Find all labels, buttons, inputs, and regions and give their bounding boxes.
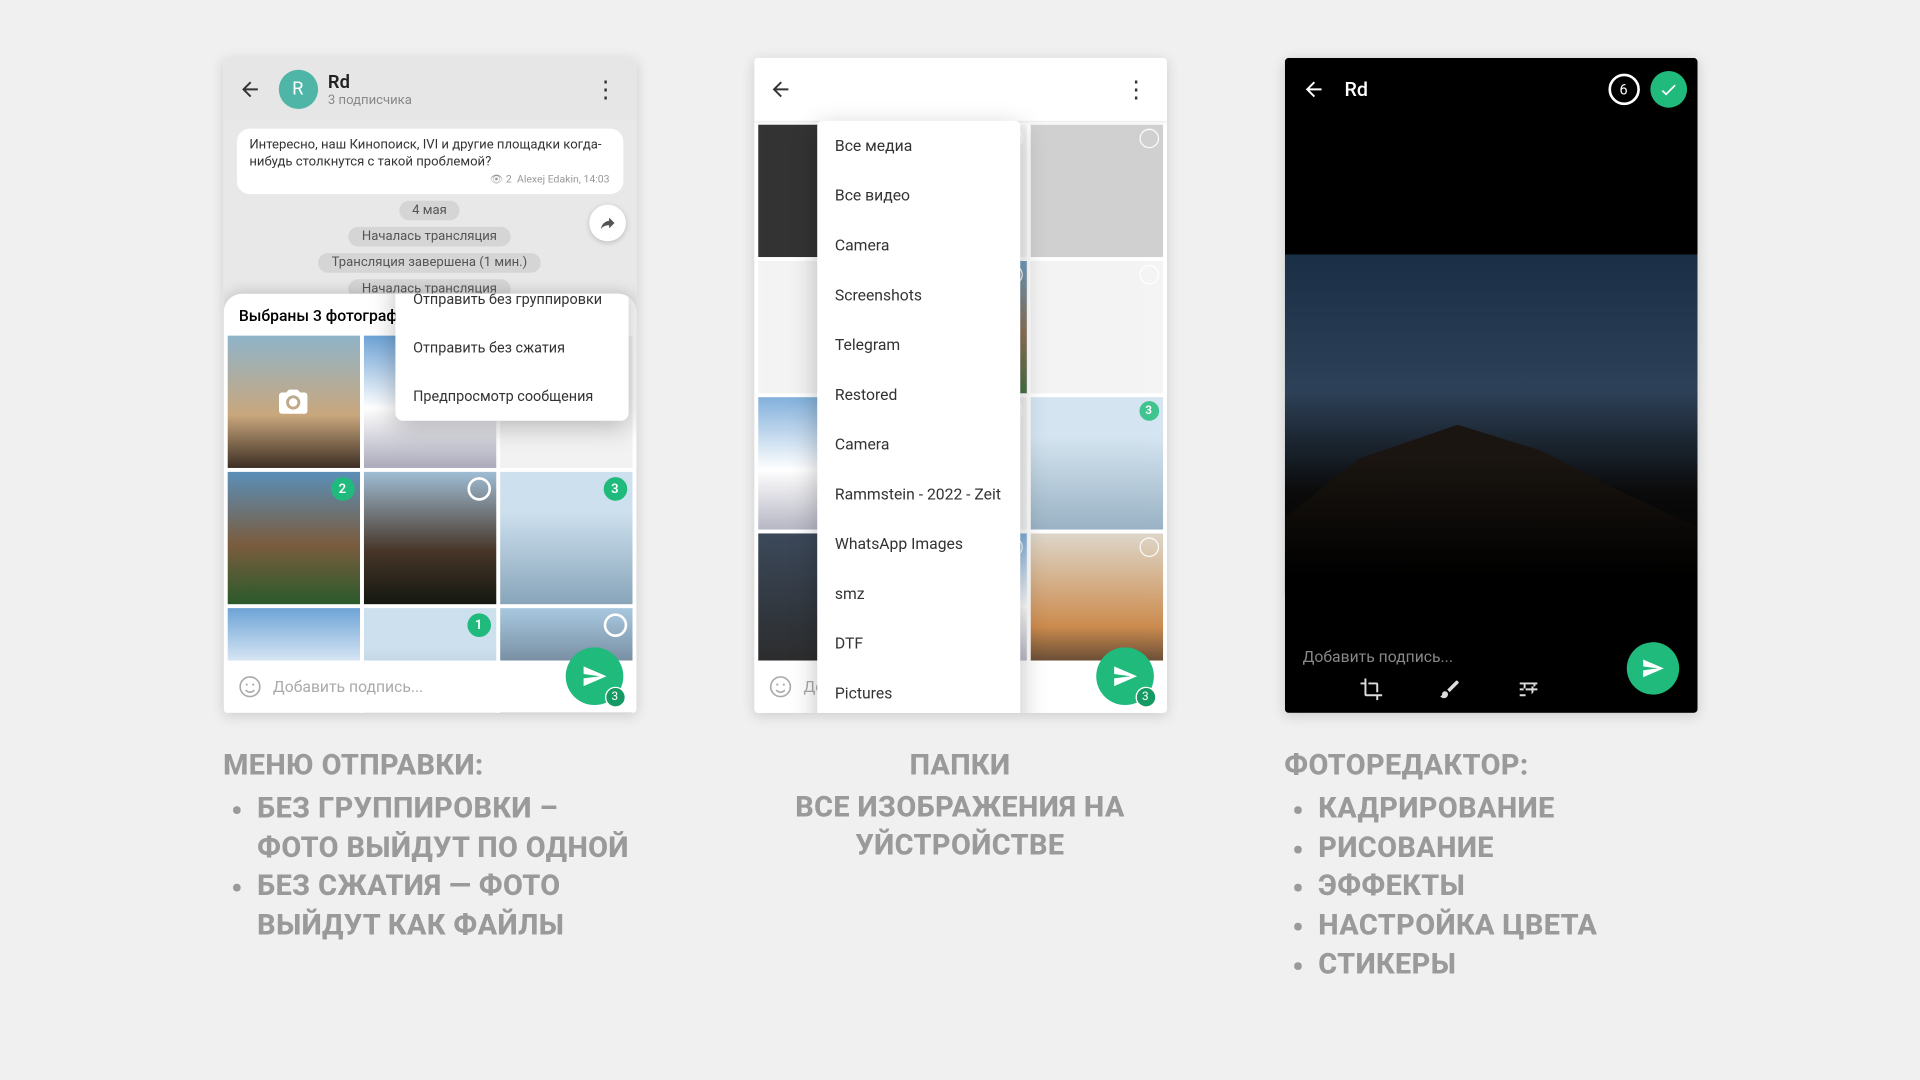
send-icon [1641,657,1665,681]
gallery-thumb[interactable] [227,336,359,468]
editor-header: Rd 6 [1284,58,1697,121]
sliders-icon [1516,678,1540,702]
send-button[interactable]: 3 [565,647,623,705]
folder-dropdown: Все медиа Все видео Camera Screenshots T… [817,121,1020,713]
select-marker[interactable] [1139,129,1159,149]
folder-item[interactable]: Все видео [817,171,1020,221]
check-icon [1658,79,1679,100]
more-button[interactable]: ⋮ [1114,76,1159,104]
selection-badge: 3 [1135,687,1156,708]
gallery-thumb[interactable]: 3 [1030,397,1162,529]
caption-block-2: ПАПКИ ВСЕ ИЗОБРАЖЕНИЯ НА УЙСТРОЙСТВЕ [754,750,1167,866]
folder-item[interactable]: smz [817,569,1020,619]
arrow-left-icon [238,78,262,102]
gallery-thumb[interactable] [1030,261,1162,393]
caption-item: НАСТРОЙКА ЦВЕТА [1284,907,1697,946]
confirm-button[interactable] [1650,71,1687,108]
more-button[interactable]: ⋮ [583,76,628,104]
folder-header: ⋮ [754,58,1167,121]
editor-image[interactable] [1284,254,1697,595]
back-button[interactable] [762,71,799,108]
system-message: Трансляция завершена (1 мин.) [319,254,541,274]
arrow-left-icon [1301,78,1325,102]
send-button[interactable] [1626,642,1678,694]
chat-message[interactable]: Интересно, наш Кинопоиск, IVI и другие п… [236,129,622,195]
folder-item[interactable]: Screenshots [817,270,1020,320]
folder-item[interactable]: WhatsApp Images [817,519,1020,569]
chat-subtitle: 3 подписчика [328,93,583,107]
menu-item-preview[interactable]: Предпросмотр сообщения [395,372,628,420]
camera-icon [227,336,359,468]
message-text: Интересно, наш Кинопоиск, IVI и другие п… [249,138,601,169]
select-marker[interactable]: 3 [1139,401,1159,421]
crop-icon [1359,678,1383,702]
selection-count[interactable]: 6 [1608,74,1639,105]
folder-item[interactable]: Telegram [817,320,1020,370]
system-message: Началась трансляция [349,227,510,247]
caption-subtitle: ВСЕ ИЗОБРАЖЕНИЯ НА УЙСТРОЙСТВЕ [754,790,1167,865]
select-marker[interactable] [1139,265,1159,285]
select-marker[interactable]: 2 [331,477,355,501]
brush-icon [1437,678,1461,702]
select-marker[interactable]: 3 [603,477,627,501]
folder-item[interactable]: Camera [817,220,1020,270]
caption-block-1: МЕНЮ ОТПРАВКИ: БЕЗ ГРУППИРОВКИ – ФОТО ВЫ… [223,750,636,946]
select-marker[interactable] [1139,537,1159,557]
folder-item[interactable]: Rammstein - 2022 - Zeit [817,469,1020,519]
caption-item: БЕЗ ГРУППИРОВКИ – ФОТО ВЫЙДУТ ПО ОДНОЙ [223,790,636,868]
menu-item-no-group[interactable]: Отправить без группировки [395,294,628,324]
emoji-icon[interactable] [236,674,262,700]
folder-item[interactable]: Все медиа [817,121,1020,171]
menu-item-no-compress[interactable]: Отправить без сжатия [395,324,628,372]
select-marker[interactable] [467,477,491,501]
gallery-thumb[interactable] [1030,125,1162,257]
caption-item: СТИКЕРЫ [1284,946,1697,985]
message-meta: 👁 2 Alexej Edakin, 14:03 [249,173,609,187]
caption-item: ЭФФЕКТЫ [1284,868,1697,907]
folder-item[interactable]: Pictures [817,668,1020,713]
gallery-thumb[interactable] [363,472,495,604]
screen-send-menu: R Rd 3 подписчика ⋮ Интересно, наш Киноп… [223,58,636,713]
folder-item[interactable]: DTF [817,619,1020,669]
send-icon [581,663,607,689]
send-options-menu: Отправить без группировки Отправить без … [395,294,628,421]
chat-title[interactable]: Rd [328,72,583,93]
back-button[interactable] [1295,71,1332,108]
send-button[interactable]: 3 [1096,647,1154,705]
folder-item[interactable]: Camera [817,419,1020,469]
share-icon [598,214,616,232]
arrow-left-icon [768,78,792,102]
caption-title: МЕНЮ ОТПРАВКИ: [223,750,636,783]
gallery-thumb[interactable]: 2 [227,472,359,604]
send-icon [1111,663,1137,689]
emoji-icon[interactable] [767,674,793,700]
gallery-thumb[interactable]: 3 [500,472,632,604]
selection-badge: 3 [604,687,625,708]
crop-button[interactable] [1358,676,1384,702]
chat-header: R Rd 3 подписчика ⋮ [223,58,636,121]
caption-block-3: ФОТОРЕДАКТОР: КАДРИРОВАНИЕ РИСОВАНИЕ ЭФФ… [1284,750,1697,985]
avatar[interactable]: R [278,70,317,109]
back-button[interactable] [231,71,268,108]
caption-item: РИСОВАНИЕ [1284,829,1697,868]
editor-title: Rd [1344,78,1607,102]
gallery-thumb[interactable] [1030,533,1162,665]
adjust-button[interactable] [1515,676,1541,702]
caption-item: КАДРИРОВАНИЕ [1284,790,1697,829]
brush-button[interactable] [1436,676,1462,702]
caption-item: БЕЗ СЖАТИЯ — ФОТО ВЫЙДУТ КАК ФАЙЛЫ [223,868,636,946]
screen-folders: ⋮ 3 Все медиа Все видео Camera Screensho… [754,58,1167,713]
select-marker[interactable]: 1 [467,613,491,637]
caption-title: ФОТОРЕДАКТОР: [1284,750,1697,783]
caption-title: ПАПКИ [754,750,1167,783]
screen-photo-editor: Rd 6 Добавить подпись... [1284,58,1697,713]
date-chip: 4 мая [399,201,460,221]
select-marker[interactable] [603,613,627,637]
share-button[interactable] [589,205,626,242]
attach-panel: Выбраны 3 фотографии Отправить без групп… [223,294,636,713]
folder-item[interactable]: Restored [817,370,1020,420]
